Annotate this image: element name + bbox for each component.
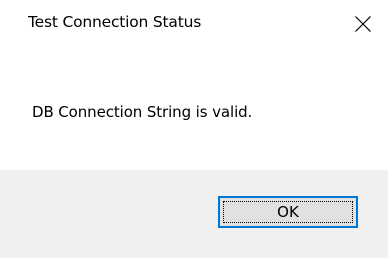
dialog-message: DB Connection String is valid. [32, 103, 253, 121]
ok-button-label: OK [277, 203, 299, 221]
dialog-title: Test Connection Status [28, 13, 202, 31]
close-icon [355, 16, 371, 32]
close-button[interactable] [343, 5, 383, 43]
dialog-content: DB Connection String is valid. [0, 50, 388, 170]
ok-button[interactable]: OK [218, 196, 358, 228]
title-bar: Test Connection Status [0, 0, 388, 50]
message-dialog: Test Connection Status DB Connection Str… [0, 0, 388, 258]
dialog-footer: OK [0, 170, 388, 258]
